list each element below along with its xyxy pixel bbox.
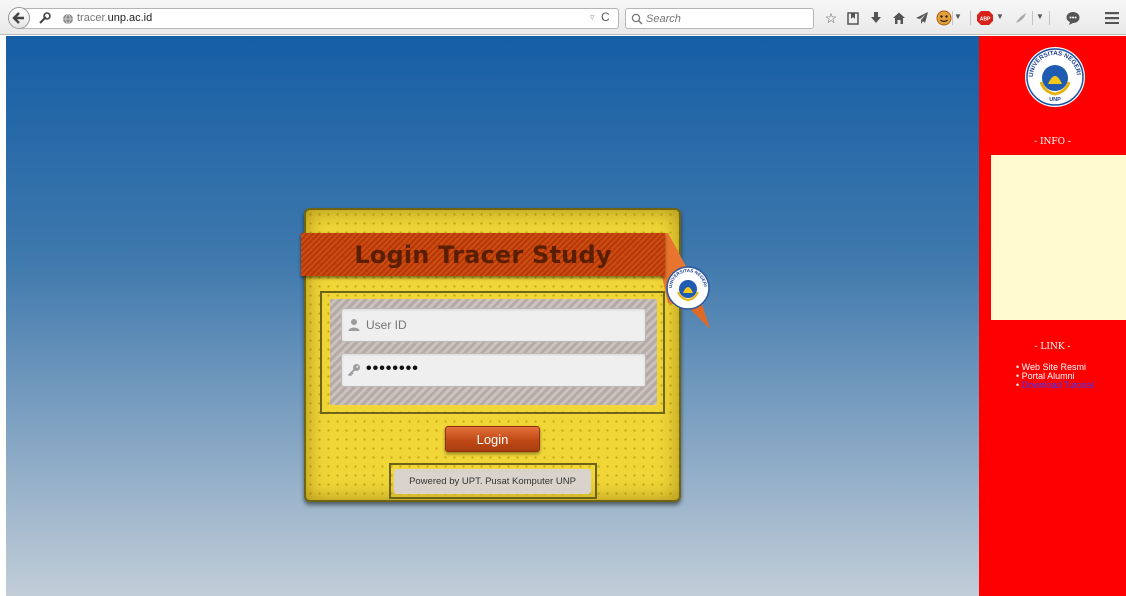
user-id-input[interactable] [366, 317, 636, 333]
site-identity-icon[interactable] [37, 12, 51, 31]
svg-text:ABP: ABP [980, 17, 991, 23]
bookmark-star-icon[interactable]: ☆ [822, 9, 840, 27]
url-text[interactable]: tracer.unp.ac.id [77, 12, 152, 24]
download-icon[interactable] [867, 9, 885, 27]
history-dropdown-icon[interactable]: ▿ [590, 12, 595, 23]
user-id-field[interactable] [341, 308, 646, 342]
search-icon [631, 12, 643, 30]
powered-by-text: Powered by UPT. Pusat Komputer UNP [394, 469, 591, 494]
info-heading: - INFO - [1034, 137, 1071, 147]
login-button[interactable]: Login [445, 426, 540, 452]
back-arrow-icon [12, 12, 24, 24]
login-title-banner: Login Tracer Study [301, 233, 665, 276]
send-icon[interactable] [913, 9, 931, 27]
login-title: Login Tracer Study [354, 240, 612, 269]
reading-list-icon[interactable] [844, 9, 862, 27]
password-input[interactable] [366, 361, 636, 377]
menu-icon[interactable] [1103, 9, 1121, 27]
link-download-tutorial[interactable]: Download Tutorial [1016, 381, 1094, 390]
unp-badge-icon: UNIVERSITAS NEGERI PADANG [666, 266, 710, 310]
smiley-addon-icon[interactable] [935, 9, 953, 27]
chat-icon[interactable] [1064, 9, 1082, 27]
link-heading: - LINK - [1034, 342, 1071, 352]
search-input[interactable] [646, 11, 806, 26]
adblock-icon[interactable]: ABP [976, 9, 994, 27]
search-bar[interactable] [625, 8, 814, 29]
back-button[interactable] [8, 7, 30, 29]
browser-toolbar: tracer.unp.ac.id ▿ C ☆ ▼ ABP ▼ ▼ [0, 0, 1126, 35]
user-icon [348, 319, 360, 331]
addon-dropdown-icon[interactable]: ▼ [954, 12, 962, 21]
password-field[interactable] [341, 353, 646, 387]
adblock-dropdown-icon[interactable]: ▼ [996, 12, 1004, 21]
globe-icon [62, 12, 74, 30]
addon2-dropdown-icon[interactable]: ▼ [1036, 12, 1044, 21]
info-box [991, 155, 1126, 320]
home-icon[interactable] [890, 9, 908, 27]
addon-icon[interactable] [1012, 9, 1030, 27]
unp-logo-icon: UNIVERSITAS NEGERI PADANG UNP [1024, 46, 1085, 107]
reload-icon[interactable]: C [601, 10, 610, 24]
svg-text:UNP: UNP [1049, 97, 1061, 103]
link-list: Web Site Resmi Portal Alumni Download Tu… [1016, 363, 1094, 390]
url-bar[interactable]: tracer.unp.ac.id ▿ C [20, 8, 619, 29]
sidebar: UNIVERSITAS NEGERI PADANG UNP - INFO - -… [979, 36, 1126, 596]
key-icon [347, 364, 360, 377]
